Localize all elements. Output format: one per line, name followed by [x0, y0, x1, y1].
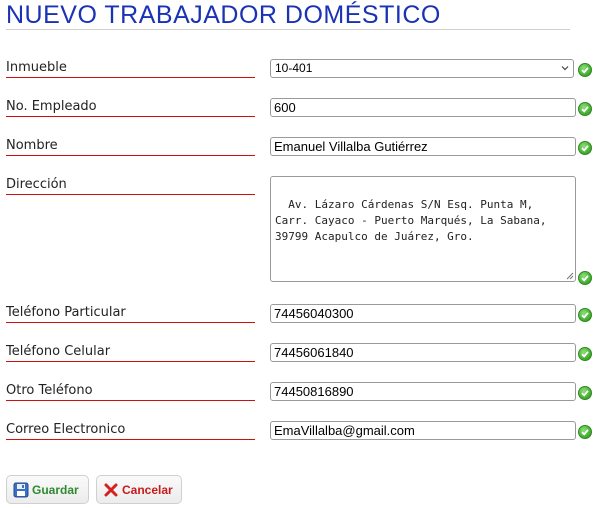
tel-celular-label: Teléfono Celular: [6, 344, 255, 362]
correo-valid-check-icon: [578, 425, 592, 439]
direccion-text: Av. Lázaro Cárdenas S/N Esq. Punta M, Ca…: [275, 198, 554, 243]
nombre-valid-check-icon: [578, 141, 592, 155]
cancel-button[interactable]: Cancelar: [96, 475, 182, 504]
tel-celular-input[interactable]: 74456061840: [270, 343, 576, 362]
resize-grip-icon[interactable]: [566, 272, 574, 280]
correo-label: Correo Electronico: [6, 422, 255, 440]
nombre-label: Nombre: [6, 138, 255, 156]
save-button-label: Guardar: [32, 482, 79, 497]
empleado-label: No. Empleado: [6, 99, 255, 117]
tel-particular-input[interactable]: 74456040300: [270, 304, 576, 323]
inmueble-valid-check-icon: [578, 63, 592, 77]
inmueble-selected-value: 10-401: [275, 61, 313, 75]
inmueble-label: Inmueble: [6, 60, 255, 78]
empleado-input[interactable]: 600: [270, 98, 576, 117]
otro-tel-valid-check-icon: [578, 386, 592, 400]
direccion-label: Dirección: [6, 177, 255, 195]
red-x-icon: [104, 483, 118, 496]
nombre-input[interactable]: Emanuel Villalba Gutiérrez: [270, 137, 576, 156]
inmueble-select[interactable]: 10-401: [270, 59, 574, 78]
correo-input[interactable]: EmaVillalba@gmail.com: [270, 421, 576, 440]
otro-tel-label: Otro Teléfono: [6, 383, 255, 401]
empleado-valid-check-icon: [578, 102, 592, 116]
save-button[interactable]: Guardar: [6, 475, 89, 504]
floppy-disk-icon: [13, 482, 29, 497]
direccion-valid-check-icon: [578, 271, 592, 285]
title-divider: [6, 29, 570, 30]
otro-tel-input[interactable]: 74450816890: [270, 382, 576, 401]
direccion-textarea[interactable]: Av. Lázaro Cárdenas S/N Esq. Punta M, Ca…: [270, 176, 576, 282]
tel-celular-valid-check-icon: [578, 347, 592, 361]
page-title: NUEVO TRABAJADOR DOMÉSTICO: [6, 1, 441, 29]
tel-particular-valid-check-icon: [578, 308, 592, 322]
tel-particular-label: Teléfono Particular: [6, 305, 255, 323]
cancel-button-label: Cancelar: [122, 482, 173, 497]
chevron-down-icon: [561, 66, 569, 71]
